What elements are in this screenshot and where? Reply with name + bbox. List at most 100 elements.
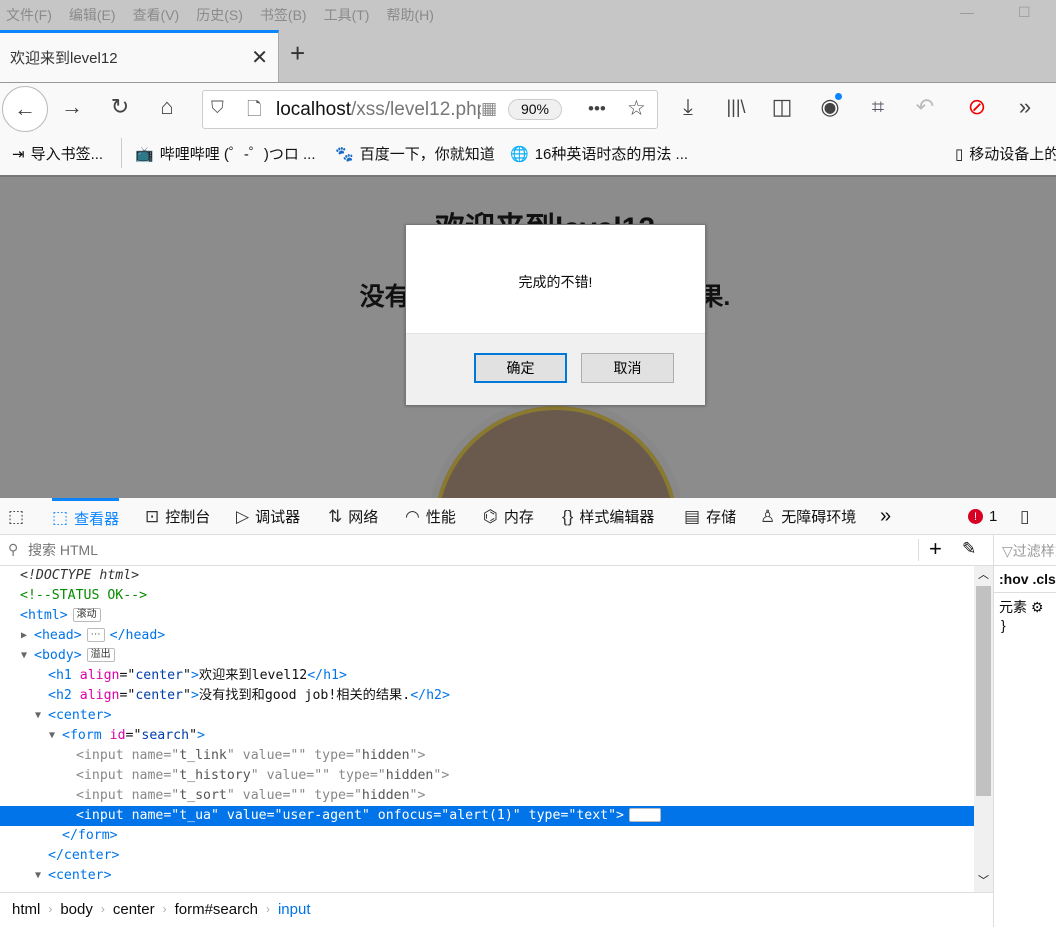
close-tab-icon[interactable]: ✕ [251, 45, 268, 70]
bookmark-import[interactable]: ⇥ 导入书签... [12, 143, 103, 164]
devtools-tab[interactable]: ▤ 存储 [684, 498, 736, 535]
bookmark-bilibili[interactable]: 📺 哔哩哔哩 (゜-゜)つロ ... [135, 143, 316, 164]
add-node-icon[interactable]: + [929, 536, 942, 562]
inspector-icon: ⬚ [52, 508, 69, 527]
markup-node[interactable]: <html> 滚动 [0, 606, 974, 626]
markup-node[interactable]: </center> [0, 846, 974, 866]
devtools-tab[interactable]: ▷ 调试器 [236, 498, 300, 535]
breadcrumb-item[interactable]: html [12, 901, 40, 918]
node-badge[interactable]: 溢出 [86, 648, 115, 662]
markup-token: t_sort [179, 788, 227, 803]
markup-node[interactable]: ▼ <form id="search"> [0, 726, 974, 746]
navigation-toolbar: ← → ↻ ⌂ ⛉ 🗋 localhost/xss/level12.php ▦ … [0, 82, 1056, 132]
bookmark-english[interactable]: 🌐 16种英语时态的用法 ... [510, 143, 688, 164]
markup-token: ="" [282, 748, 315, 763]
menu-item[interactable]: 历史(S) [196, 5, 243, 25]
bookmark-star-icon[interactable]: ☆ [627, 96, 646, 121]
qr-code-icon[interactable]: ▦ [481, 99, 497, 119]
breadcrumb-item[interactable]: center [113, 901, 155, 918]
url-bar[interactable]: ⛉ 🗋 localhost/xss/level12.php ▦ 90% ••• … [202, 90, 658, 129]
shield-icon[interactable]: ⛉ [211, 98, 224, 118]
search-html-input[interactable] [8, 539, 888, 561]
sidebar-icon[interactable]: ◫ [762, 87, 802, 127]
error-counter[interactable]: ! 1 [968, 498, 997, 535]
markup-node[interactable]: <input name="t_history" value="" type="h… [0, 766, 974, 786]
tree-scrollbar[interactable]: ︿ ﹀ [974, 566, 993, 892]
eyedropper-icon[interactable]: ✎ [962, 539, 976, 559]
markup-node[interactable]: <input name="t_link" value="" type="hidd… [0, 746, 974, 766]
screenshot-crop-icon[interactable]: ⌗ [858, 87, 898, 127]
scroll-up-icon[interactable]: ︿ [978, 566, 989, 582]
menu-item[interactable]: 查看(V) [133, 5, 180, 25]
breadcrumb-item[interactable]: body [60, 901, 93, 918]
markup-token: <body> [34, 648, 82, 663]
node-badge[interactable]: event [629, 808, 662, 822]
ok-button[interactable]: 确定 [474, 353, 567, 383]
zoom-level[interactable]: 90% [508, 99, 562, 120]
menu-item[interactable]: 编辑(E) [69, 5, 116, 25]
more-tools-chevron-icon[interactable]: » [880, 498, 891, 535]
cls-toggle[interactable]: .cls [1032, 571, 1055, 587]
expand-twisty-icon[interactable]: ▶ [21, 626, 27, 646]
blocked-extension-icon[interactable]: ⊘ [957, 87, 997, 127]
node-badge[interactable]: ⋯ [86, 628, 105, 642]
menu-item[interactable]: 工具(T) [324, 5, 370, 25]
download-icon[interactable]: ⤓ [668, 87, 708, 127]
markup-node-selected[interactable]: <input name="t_ua" value="user-agent" on… [0, 806, 974, 826]
bookmark-mobile[interactable]: ▯ 移动设备上的 [955, 143, 1056, 164]
devtools-tab[interactable]: ◠ 性能 [405, 498, 456, 535]
devtools-tab[interactable]: {} 样式编辑器 [562, 498, 654, 535]
markup-node[interactable]: <!DOCTYPE html> [0, 566, 974, 586]
menu-item[interactable]: 书签(B) [260, 5, 307, 25]
cancel-button[interactable]: 取消 [581, 353, 674, 383]
overflow-chevron-icon[interactable]: » [1005, 87, 1045, 127]
markup-token: > [417, 748, 426, 763]
maximize-button[interactable]: ☐ [1018, 4, 1031, 21]
markup-node[interactable]: <h1 align="center">欢迎来到level12</h1> [0, 666, 974, 686]
element-picker-icon[interactable]: ⬚ [8, 498, 24, 535]
markup-token: t_ua [179, 808, 211, 823]
devtools-tab[interactable]: ⊡ 控制台 [145, 498, 210, 535]
markup-node[interactable]: <input name="t_sort" value="" type="hidd… [0, 786, 974, 806]
breadcrumb-item[interactable]: input [278, 901, 311, 918]
menu-item[interactable]: 文件(F) [6, 5, 52, 25]
hov-toggle[interactable]: :hov [999, 571, 1029, 587]
scroll-down-icon[interactable]: ﹀ [978, 872, 989, 888]
library-icon[interactable]: |||\ [716, 87, 756, 127]
collapse-twisty-icon[interactable]: ▼ [35, 866, 41, 886]
devtools-tab[interactable]: ⬚ 查看器 [52, 498, 120, 535]
markup-node[interactable]: ▶ <head> ⋯ </head> [0, 626, 974, 646]
node-badge[interactable]: 滚动 [72, 608, 101, 622]
markup-node[interactable]: </form> [0, 826, 974, 846]
markup-token: name [131, 768, 164, 783]
markup-node[interactable]: <!--STATUS OK--> [0, 586, 974, 606]
scrollbar-thumb[interactable] [976, 586, 991, 796]
menu-item[interactable]: 帮助(H) [386, 5, 433, 25]
minimize-button[interactable]: — [960, 4, 974, 20]
new-tab-button[interactable]: + [290, 38, 305, 69]
responsive-design-icon[interactable]: ▯ [1020, 498, 1029, 535]
breadcrumb-item[interactable]: form#search [175, 901, 258, 918]
url-text[interactable]: localhost/xss/level12.php [276, 99, 481, 121]
devtools-tab[interactable]: ⇅ 网络 [328, 498, 378, 535]
reload-button[interactable]: ↻ [100, 87, 140, 127]
collapse-twisty-icon[interactable]: ▼ [21, 646, 27, 666]
more-actions-icon[interactable]: ••• [588, 99, 606, 119]
collapse-twisty-icon[interactable]: ▼ [35, 706, 41, 726]
forward-button[interactable]: → [52, 87, 92, 127]
gear-icon[interactable]: ⚙ [1031, 599, 1044, 615]
account-icon[interactable]: ◉ [810, 87, 850, 127]
tab-active[interactable]: 欢迎来到level12 ✕ [0, 30, 279, 82]
devtools-tab[interactable]: ♙ 无障碍环境 [760, 498, 856, 535]
markup-node[interactable]: ▼ <body> 溢出 [0, 646, 974, 666]
markup-node[interactable]: ▼ <center> [0, 866, 974, 886]
undo-icon[interactable]: ↶ [905, 87, 945, 127]
back-button[interactable]: ← [2, 86, 48, 132]
bookmark-baidu[interactable]: 🐾 百度一下，你就知道 [335, 143, 495, 164]
markup-node[interactable]: <h2 align="center">没有找到和good job!相关的结果.<… [0, 686, 974, 706]
collapse-twisty-icon[interactable]: ▼ [49, 726, 55, 746]
devtools-tab[interactable]: ⌬ 内存 [483, 498, 534, 535]
home-button[interactable]: ⌂ [147, 87, 187, 127]
markup-node[interactable]: ▼ <center> [0, 706, 974, 726]
filter-styles[interactable]: ▽过滤样式 [994, 535, 1056, 566]
